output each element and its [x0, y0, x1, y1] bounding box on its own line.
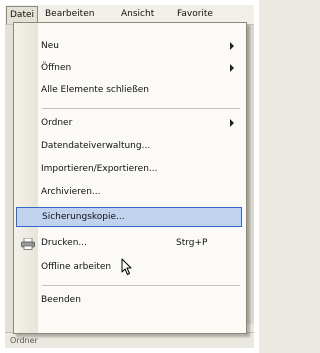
menu-item-label: Datendateiverwaltung...	[41, 141, 151, 151]
menu-item-label: Drucken...	[41, 238, 87, 248]
submenu-arrow-icon	[230, 42, 234, 50]
mouse-pointer-icon	[121, 258, 132, 275]
menu-item-datendateiverwaltung[interactable]: Datendateiverwaltung...	[16, 137, 242, 157]
menu-item-alle-schliessen[interactable]: Alle Elemente schließen	[16, 81, 242, 101]
menu-item-label: Archivieren...	[41, 187, 101, 197]
status-bar	[5, 332, 254, 349]
menu-item-label: Neu	[41, 41, 59, 51]
submenu-arrow-icon	[230, 64, 234, 72]
printer-icon	[21, 238, 35, 250]
submenu-arrow-icon	[230, 119, 234, 127]
status-text: Ordner	[10, 336, 38, 345]
menu-item-beenden[interactable]: Beenden	[16, 291, 242, 311]
menu-item-label: Sicherungskopie...	[42, 212, 125, 222]
menu-item-shortcut: Strg+P	[176, 238, 208, 248]
menu-separator	[42, 108, 240, 109]
menu-item-neu[interactable]: Neu	[16, 37, 242, 57]
menu-item-label: Beenden	[41, 295, 81, 305]
menu-item-label: Öffnen	[41, 63, 72, 73]
menu-favoriten[interactable]: Favorite	[177, 8, 213, 21]
menu-item-drucken[interactable]: Drucken... Strg+P	[16, 234, 242, 254]
menu-item-importieren-exportieren[interactable]: Importieren/Exportieren...	[16, 160, 242, 180]
menu-item-label: Importieren/Exportieren...	[41, 164, 158, 174]
menu-item-label: Offline arbeiten	[41, 262, 112, 272]
menu-item-label: Alle Elemente schließen	[41, 85, 150, 95]
menu-item-oeffnen[interactable]: Öffnen	[16, 59, 242, 79]
menu-item-sicherungskopie[interactable]: Sicherungskopie...	[16, 207, 242, 227]
menu-item-label: Ordner	[41, 118, 73, 128]
file-menu-dropdown: Neu Öffnen Alle Elemente schließen Ordne…	[13, 22, 247, 334]
menu-bearbeiten[interactable]: Bearbeiten	[45, 8, 94, 21]
menu-item-archivieren[interactable]: Archivieren...	[16, 183, 242, 203]
menu-ansicht[interactable]: Ansicht	[121, 8, 154, 21]
menu-item-ordner[interactable]: Ordner	[16, 114, 242, 134]
menu-separator	[42, 285, 240, 286]
